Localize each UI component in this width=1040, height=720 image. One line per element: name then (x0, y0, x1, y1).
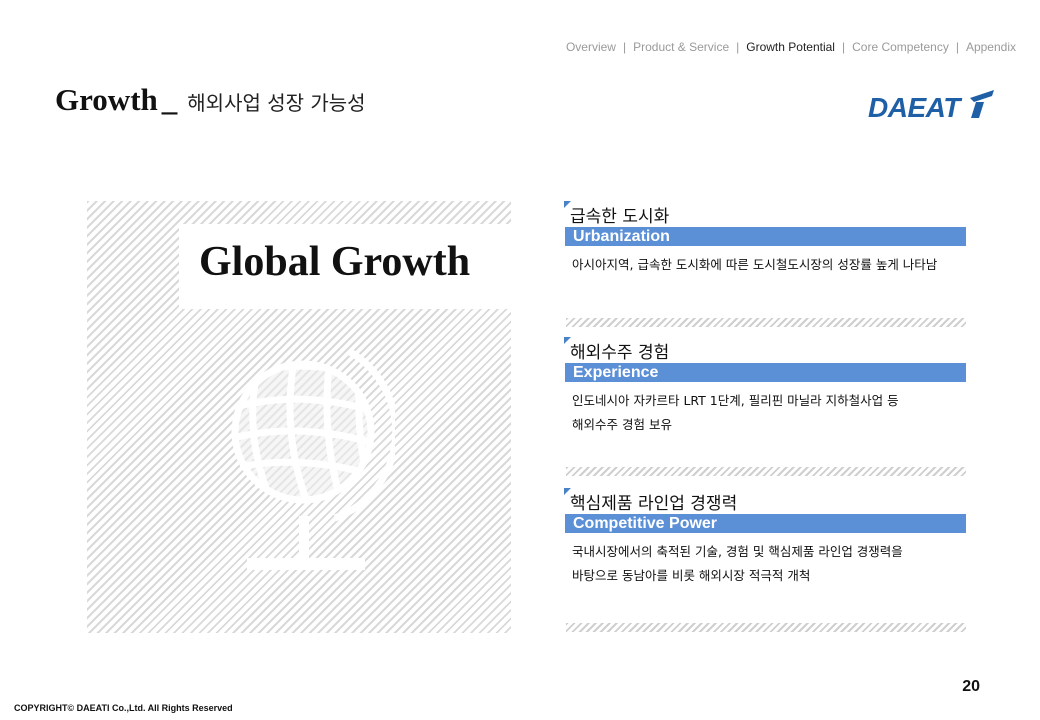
section-competitive-power: 핵심제품 라인업 경쟁력 Competitive Power 국내시장에서의 축… (564, 488, 968, 633)
globe-icon (231, 348, 395, 570)
description-line: 아시아지역, 급속한 도시화에 따른 도시철도시장의 성장률 높게 나타남 (572, 257, 938, 272)
copyright-notice: COPYRIGHT© DAEATI Co.,Ltd. All Rights Re… (14, 703, 233, 713)
svg-text:DAEAT: DAEAT (868, 92, 963, 123)
nav-separator: | (841, 40, 846, 54)
daeati-logo: DAEAT (868, 90, 994, 123)
nav-item-core-competency[interactable]: Core Competency (852, 40, 949, 54)
nav-item-product-service[interactable]: Product & Service (633, 40, 729, 54)
page-title-ko: 해외사업 성장 가능성 (187, 91, 366, 115)
section-label-bar: Urbanization (565, 227, 966, 246)
page-number: 20 (962, 678, 980, 695)
page-title: Growth _ 해외사업 성장 가능성 (55, 82, 366, 118)
page-title-en: Growth (55, 82, 158, 117)
section-label-bar: Experience (565, 363, 966, 382)
nav-separator: | (955, 40, 959, 54)
hero-title: Global Growth (199, 239, 471, 285)
section-title: 급속한 도시화 (570, 207, 670, 227)
hero-title-box: Global Growth (179, 224, 511, 309)
section-title: 해외수주 경험 (570, 343, 670, 363)
section-description: 인도네시아 자카르타 LRT 1단계, 필리핀 마닐라 지하철사업 등 해외수주… (572, 389, 899, 437)
top-nav: Overview | Product & Service | Growth Potent… (566, 40, 1016, 54)
hatched-divider (566, 623, 966, 632)
section-urbanization: 급속한 도시화 Urbanization 아시아지역, 급속한 도시화에 따른 … (564, 201, 968, 331)
hatched-divider (566, 318, 966, 327)
nav-item-growth-potential[interactable]: Growth Potential (746, 40, 835, 54)
description-line: 바탕으로 동남아를 비롯 해외시장 적극적 개척 (572, 568, 811, 583)
description-line: 인도네시아 자카르타 LRT 1단계, 필리핀 마닐라 지하철사업 등 (572, 393, 899, 408)
nav-item-appendix[interactable]: Appendix (966, 40, 1016, 54)
nav-item-overview[interactable]: Overview (566, 40, 616, 54)
section-description: 아시아지역, 급속한 도시화에 따른 도시철도시장의 성장률 높게 나타남 (572, 253, 937, 277)
page-title-separator: _ (161, 82, 178, 117)
description-line: 국내시장에서의 축적된 기술, 경험 및 핵심제품 라인업 경쟁력을 (572, 544, 903, 559)
description-line: 해외수주 경험 보유 (572, 417, 672, 432)
section-label-bar: Competitive Power (565, 514, 966, 533)
nav-separator: | (622, 40, 627, 54)
nav-separator: | (736, 40, 740, 54)
hatched-divider (566, 467, 966, 476)
section-experience: 해외수주 경험 Experience 인도네시아 자카르타 LRT 1단계, 필… (564, 337, 968, 477)
section-title: 핵심제품 라인업 경쟁력 (570, 494, 738, 514)
section-description: 국내시장에서의 축적된 기술, 경험 및 핵심제품 라인업 경쟁력을 바탕으로 … (572, 540, 903, 588)
